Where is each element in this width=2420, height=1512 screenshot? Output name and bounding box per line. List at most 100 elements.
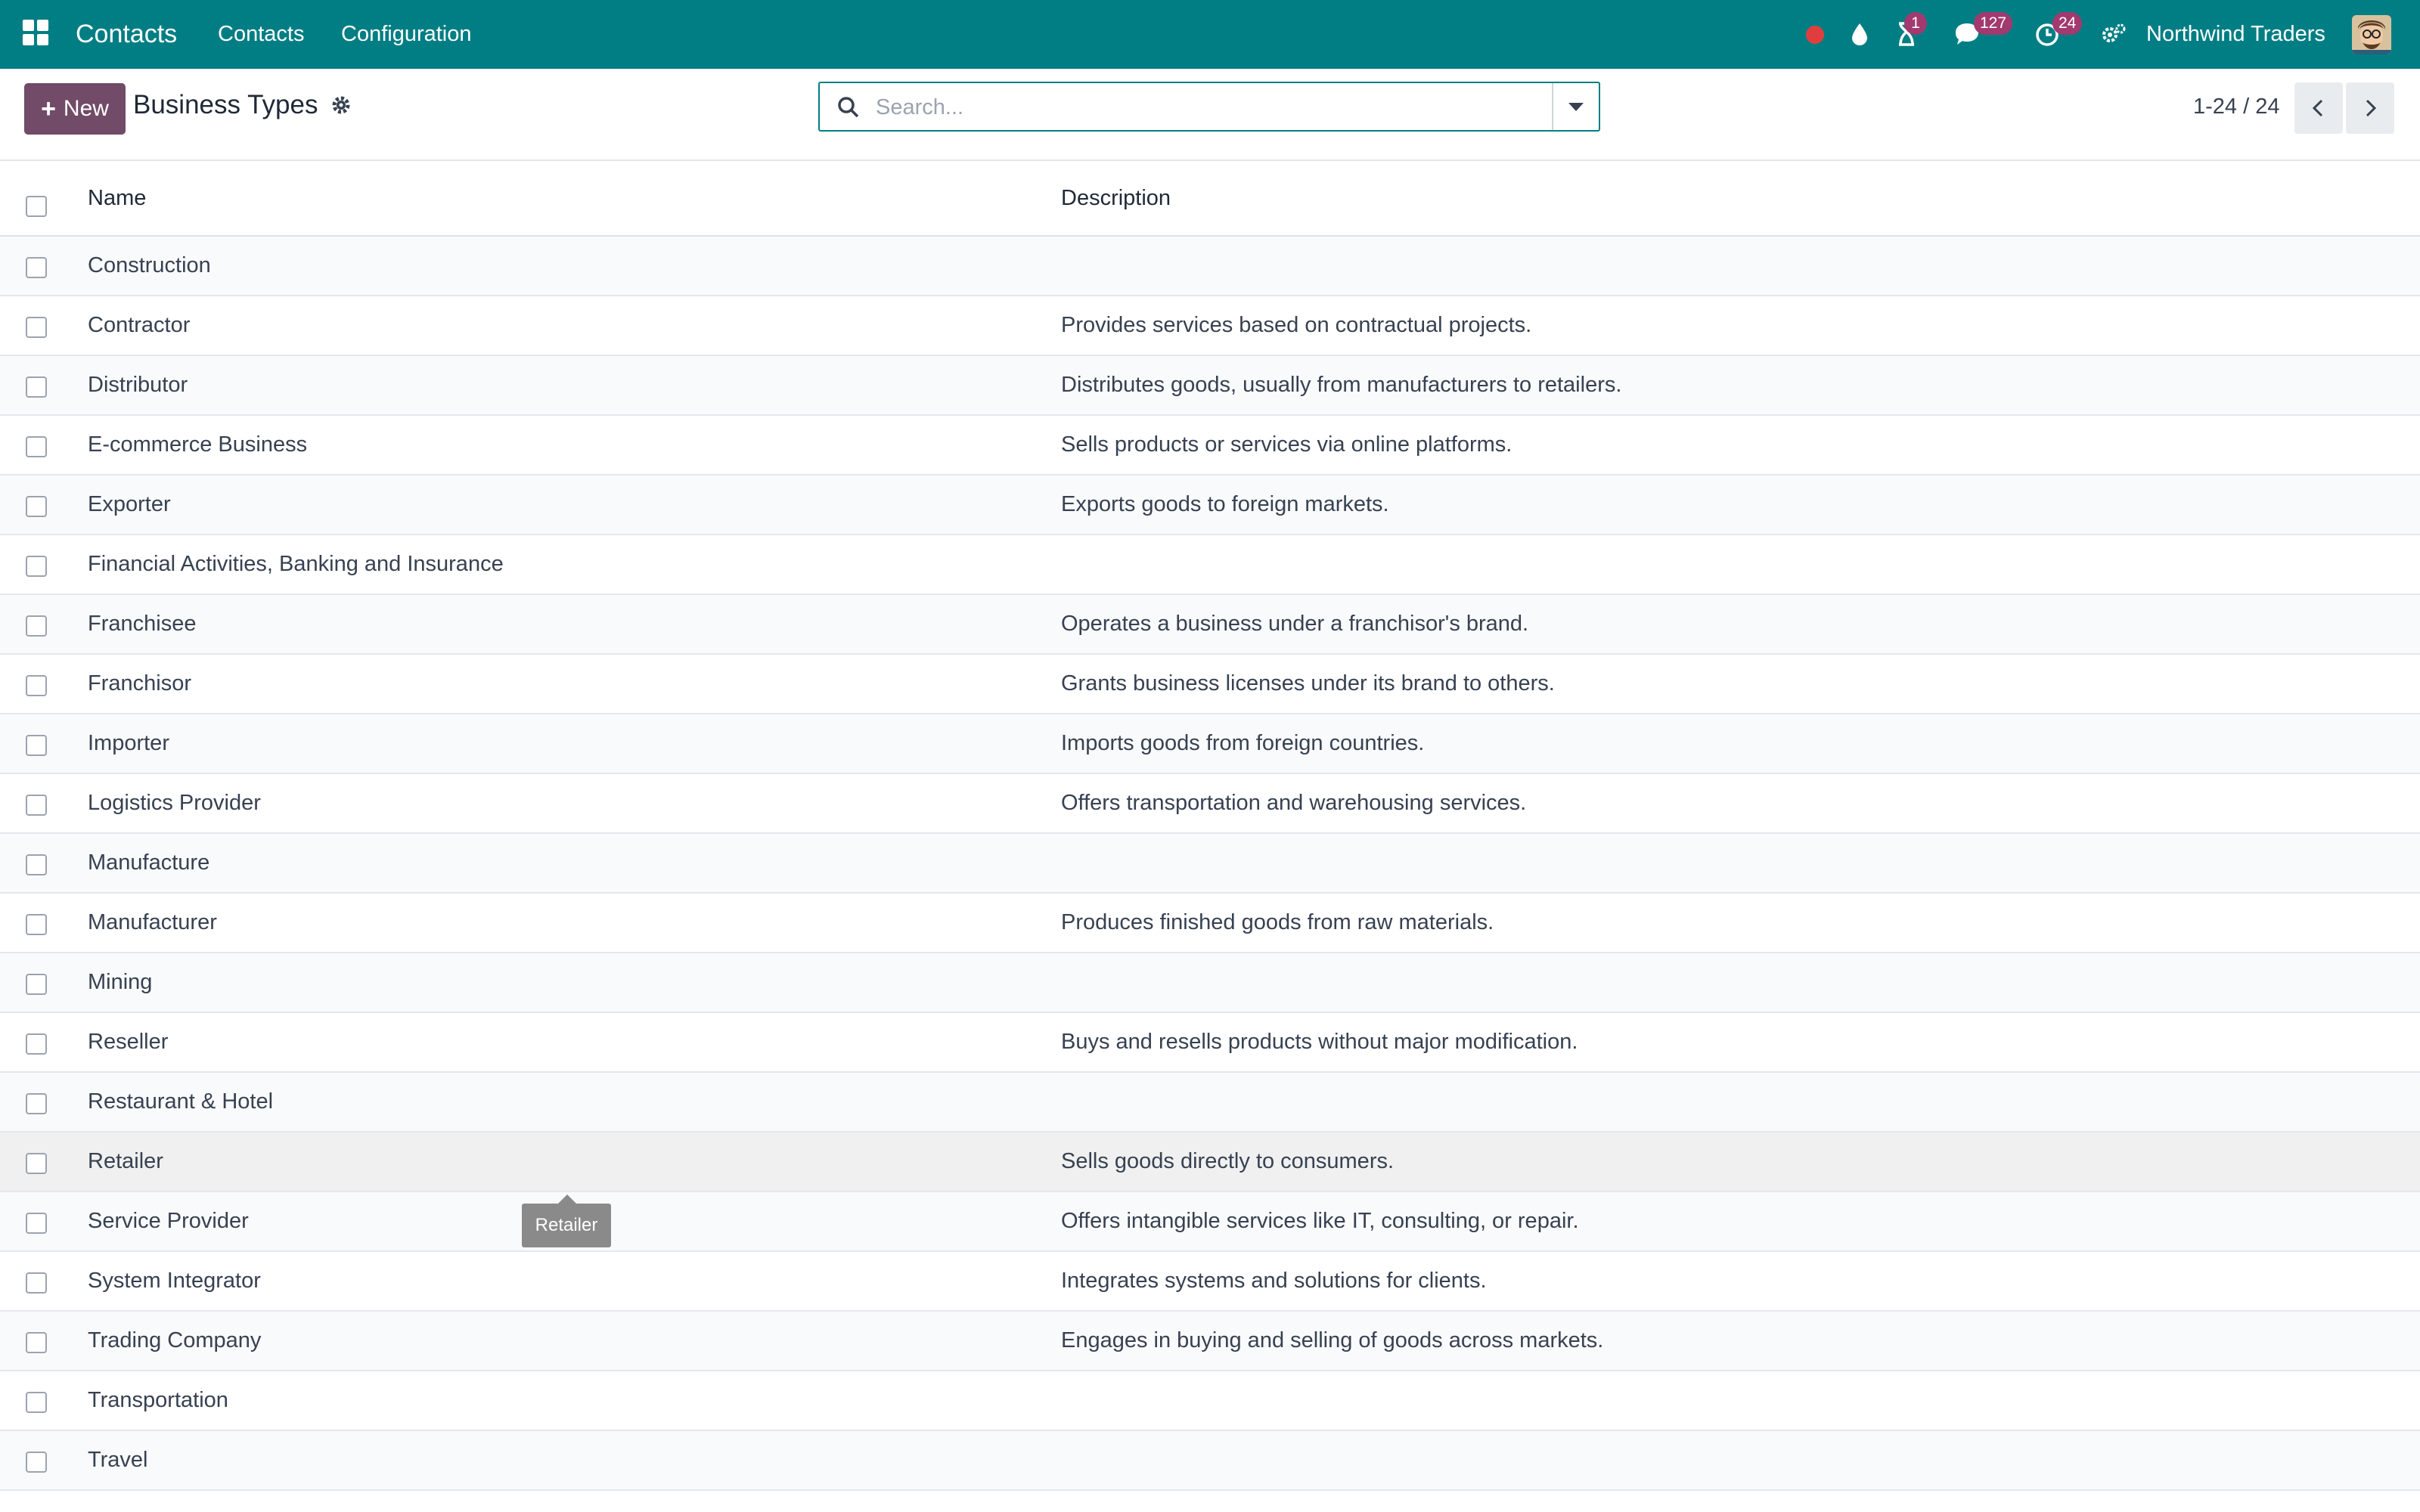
cell-name[interactable]: System Integrator	[88, 1252, 261, 1310]
cell-name[interactable]: Service Provider	[88, 1192, 249, 1250]
recording-indicator-icon[interactable]	[1806, 26, 1824, 44]
table-row[interactable]: E-commerce Business Sells products or ser…	[0, 416, 2420, 476]
clock-badge: 24	[2052, 12, 2083, 35]
cell-name[interactable]: Exporter	[88, 476, 171, 534]
cell-description[interactable]: Sells products or services via online pl…	[1061, 416, 1512, 474]
cell-description[interactable]: Produces finished goods from raw materia…	[1061, 894, 1494, 952]
cell-description[interactable]: Grants business licenses under its brand…	[1061, 655, 1555, 713]
cell-name[interactable]: Manufacture	[88, 834, 209, 892]
app-name[interactable]: Contacts	[76, 0, 177, 69]
table-row[interactable]: Service Provider Offers intangible servic…	[0, 1192, 2420, 1252]
table-row[interactable]: Trading Company Engages in buying and sel…	[0, 1312, 2420, 1371]
user-avatar[interactable]	[2352, 15, 2391, 54]
control-panel: + New Business Types 1-24 / 24	[0, 69, 2420, 161]
row-checkbox[interactable]	[26, 1093, 47, 1114]
cell-name[interactable]: Importer	[88, 714, 169, 773]
chevron-left-icon	[2312, 99, 2323, 117]
cell-name[interactable]: Construction	[88, 237, 211, 295]
cell-name[interactable]: Franchisee	[88, 595, 196, 653]
row-checkbox[interactable]	[26, 1272, 47, 1294]
settings-gears-icon[interactable]	[2099, 20, 2128, 48]
gear-icon[interactable]	[330, 94, 352, 116]
cell-name[interactable]: Restaurant & Hotel	[88, 1073, 273, 1131]
table-row[interactable]: Travel	[0, 1431, 2420, 1491]
cell-name[interactable]: Trading Company	[88, 1312, 261, 1370]
table-row[interactable]: Distributor Distributes goods, usually fr…	[0, 356, 2420, 416]
row-checkbox[interactable]	[26, 675, 47, 696]
new-button[interactable]: + New	[24, 83, 126, 135]
table-row[interactable]: Mining	[0, 953, 2420, 1013]
cell-name[interactable]: Transportation	[88, 1371, 228, 1430]
table-row[interactable]: Reseller Buys and resells products withou…	[0, 1013, 2420, 1073]
cell-name[interactable]: Reseller	[88, 1013, 168, 1071]
pager-previous-button[interactable]	[2294, 82, 2343, 134]
cell-name[interactable]: Contractor	[88, 296, 190, 355]
cell-name[interactable]: Manufacturer	[88, 894, 217, 952]
pager-value[interactable]: 1-24 / 24	[2193, 94, 2279, 119]
cell-name[interactable]: Retailer	[88, 1132, 163, 1191]
column-header-description[interactable]: Description	[1061, 161, 1171, 235]
table-row[interactable]: Manufacture	[0, 834, 2420, 894]
cell-description[interactable]: Engages in buying and selling of goods a…	[1061, 1312, 1603, 1370]
row-checkbox[interactable]	[26, 914, 47, 935]
cell-name[interactable]: Logistics Provider	[88, 774, 261, 832]
row-checkbox[interactable]	[26, 1392, 47, 1413]
cell-description[interactable]: Provides services based on contractual p…	[1061, 296, 1531, 355]
menu-contacts[interactable]: Contacts	[218, 0, 304, 69]
row-checkbox[interactable]	[26, 436, 47, 457]
row-checkbox[interactable]	[26, 556, 47, 577]
cell-name[interactable]: Travel	[88, 1431, 148, 1489]
row-checkbox[interactable]	[26, 615, 47, 637]
cell-description[interactable]: Integrates systems and solutions for cli…	[1061, 1252, 1487, 1310]
row-checkbox[interactable]	[26, 376, 47, 398]
row-checkbox[interactable]	[26, 257, 47, 278]
table-row[interactable]: Restaurant & Hotel	[0, 1073, 2420, 1132]
row-checkbox[interactable]	[26, 1213, 47, 1234]
droplet-icon[interactable]	[1845, 20, 1874, 48]
cell-name[interactable]: Franchisor	[88, 655, 191, 713]
cell-description[interactable]: Offers intangible services like IT, cons…	[1061, 1192, 1579, 1250]
row-checkbox[interactable]	[26, 496, 47, 517]
table-row[interactable]: Manufacturer Produces finished goods from…	[0, 894, 2420, 953]
search-options-toggle[interactable]	[1552, 83, 1599, 130]
apps-menu-icon[interactable]	[23, 20, 48, 45]
row-checkbox[interactable]	[26, 974, 47, 995]
table-row[interactable]: Construction	[0, 237, 2420, 296]
cell-description[interactable]: Sells goods directly to consumers.	[1061, 1132, 1394, 1191]
table-row[interactable]: Logistics Provider Offers transportation …	[0, 774, 2420, 834]
pager-next-button[interactable]	[2346, 82, 2394, 134]
column-header-name[interactable]: Name	[88, 161, 146, 235]
cell-description[interactable]: Offers transportation and warehousing se…	[1061, 774, 1526, 832]
table-row[interactable]: Transportation	[0, 1371, 2420, 1431]
search-input[interactable]	[874, 88, 1558, 127]
row-checkbox[interactable]	[26, 735, 47, 756]
cell-name[interactable]: Mining	[88, 953, 152, 1012]
select-all-checkbox[interactable]	[26, 196, 47, 217]
table-row[interactable]: Contractor Provides services based on con…	[0, 296, 2420, 356]
row-checkbox[interactable]	[26, 854, 47, 875]
menu-configuration[interactable]: Configuration	[341, 0, 472, 69]
company-switcher[interactable]: Northwind Traders	[2146, 0, 2325, 69]
table-row[interactable]: Financial Activities, Banking and Insura…	[0, 535, 2420, 595]
cell-name[interactable]: E-commerce Business	[88, 416, 307, 474]
cell-description[interactable]: Exports goods to foreign markets.	[1061, 476, 1389, 534]
cell-description[interactable]: Distributes goods, usually from manufact…	[1061, 356, 1621, 414]
row-checkbox[interactable]	[26, 1332, 47, 1353]
cell-description[interactable]: Imports goods from foreign countries.	[1061, 714, 1424, 773]
cell-description[interactable]: Buys and resells products without major …	[1061, 1013, 1578, 1071]
row-checkbox[interactable]	[26, 1033, 47, 1055]
table-row[interactable]: Exporter Exports goods to foreign markets…	[0, 476, 2420, 535]
table-row[interactable]: System Integrator Integrates systems and …	[0, 1252, 2420, 1312]
cell-name[interactable]: Financial Activities, Banking and Insura…	[88, 535, 504, 593]
table-row[interactable]: Franchisee Operates a business under a fr…	[0, 595, 2420, 655]
cell-name[interactable]: Distributor	[88, 356, 188, 414]
table-row[interactable]: Importer Imports goods from foreign count…	[0, 714, 2420, 774]
cell-description[interactable]: Operates a business under a franchisor's…	[1061, 595, 1528, 653]
chevron-right-icon	[2366, 99, 2377, 117]
table-row[interactable]: Franchisor Grants business licenses under…	[0, 655, 2420, 714]
row-checkbox[interactable]	[26, 317, 47, 338]
row-checkbox[interactable]	[26, 795, 47, 816]
row-checkbox[interactable]	[26, 1153, 47, 1174]
row-checkbox[interactable]	[26, 1452, 47, 1473]
table-row[interactable]: Retailer Sells goods directly to consumer…	[0, 1132, 2420, 1192]
